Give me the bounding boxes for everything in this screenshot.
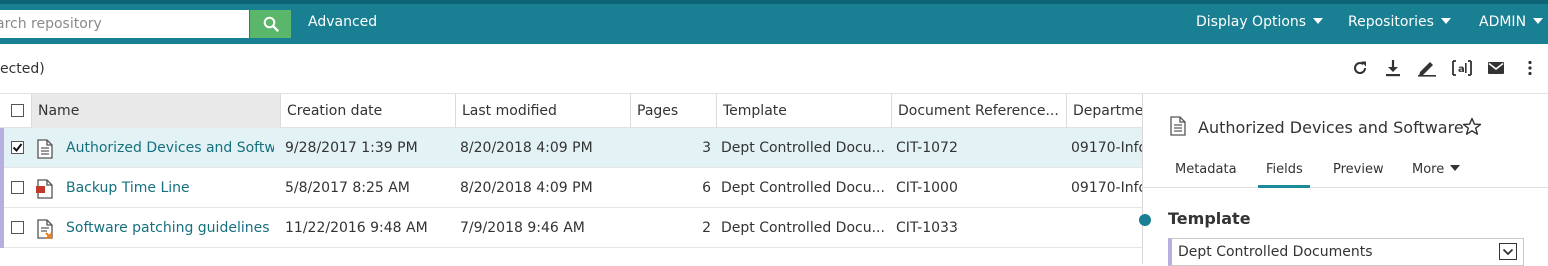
- grid-header: Name Creation date Last modified Pages T…: [0, 94, 1142, 128]
- download-icon: [1386, 60, 1400, 77]
- tab-more[interactable]: More: [1412, 162, 1461, 177]
- tab-metadata[interactable]: Metadata: [1175, 162, 1237, 177]
- row-checkbox[interactable]: [11, 181, 24, 194]
- column-header-last-modified[interactable]: Last modified: [455, 94, 630, 128]
- chevron-down-icon: [1440, 18, 1451, 24]
- document-icon: [1170, 116, 1186, 136]
- repositories-label: Repositories: [1348, 14, 1434, 30]
- document-name-link[interactable]: Backup Time Line: [66, 168, 274, 208]
- row-checkbox[interactable]: [11, 141, 24, 154]
- row-marker: [0, 208, 4, 248]
- row-marker: [0, 128, 4, 168]
- cell-pages: 6: [702, 180, 711, 196]
- document-grid: Name Creation date Last modified Pages T…: [0, 94, 1142, 264]
- document-name-link[interactable]: Software patching guidelines: [66, 208, 274, 248]
- cell-created: 5/8/2017 8:25 AM: [285, 180, 410, 196]
- active-tab-indicator: [1258, 185, 1310, 188]
- refresh-button[interactable]: [1350, 58, 1370, 78]
- cell-pages: 3: [702, 140, 711, 156]
- email-icon: [1488, 62, 1504, 74]
- section-marker: [1139, 214, 1151, 226]
- column-header-template[interactable]: Template: [716, 94, 891, 128]
- row-marker: [0, 168, 4, 208]
- chevron-down-icon: [1502, 248, 1514, 255]
- column-header-department[interactable]: Departme: [1066, 94, 1142, 128]
- cell-modified: 8/20/2018 4:09 PM: [460, 140, 593, 156]
- display-options-menu[interactable]: Display Options: [1196, 14, 1324, 30]
- document-name-link[interactable]: Authorized Devices and Softw...: [66, 128, 274, 168]
- cell-template: Dept Controlled Docu...: [721, 220, 885, 236]
- tab-preview[interactable]: Preview: [1333, 162, 1384, 177]
- kebab-menu-icon: [1528, 60, 1532, 76]
- sign-button[interactable]: [1417, 58, 1437, 78]
- cell-docref: CIT-1072: [896, 140, 958, 156]
- chevron-down-icon: [1313, 18, 1324, 24]
- cell-docref: CIT-1000: [896, 180, 958, 196]
- document-icon: [37, 139, 53, 159]
- cell-template: Dept Controlled Docu...: [721, 180, 885, 196]
- cell-modified: 8/20/2018 4:09 PM: [460, 180, 593, 196]
- cell-docref: CIT-1033: [896, 220, 958, 236]
- top-bar: Advanced Display Options Repositories AD…: [0, 0, 1548, 44]
- select-all-checkbox[interactable]: [11, 104, 24, 117]
- column-header-pages[interactable]: Pages: [630, 94, 716, 128]
- template-select[interactable]: Dept Controlled Documents: [1168, 238, 1524, 266]
- panel-tabs: Metadata Fields Preview More: [1143, 154, 1548, 188]
- tab-more-label: More: [1412, 162, 1445, 177]
- svg-text:a: a: [1458, 64, 1465, 75]
- table-row[interactable]: Authorized Devices and Softw... 9/28/201…: [0, 128, 1142, 168]
- admin-label: ADMIN: [1479, 14, 1527, 30]
- cell-created: 9/28/2017 1:39 PM: [285, 140, 418, 156]
- cell-department: 09170-Info: [1071, 180, 1142, 196]
- cell-modified: 7/9/2018 9:46 AM: [460, 220, 585, 236]
- repositories-menu[interactable]: Repositories: [1348, 14, 1451, 30]
- chevron-down-icon: [1450, 165, 1461, 171]
- download-button[interactable]: [1383, 58, 1403, 78]
- cell-department: [1071, 208, 1142, 248]
- search-button[interactable]: [250, 10, 291, 38]
- email-button[interactable]: [1486, 58, 1506, 78]
- checked-out-document-icon: [37, 219, 53, 239]
- details-panel: Authorized Devices and Software Metadata…: [1139, 94, 1548, 266]
- cell-department: 09170-Info: [1071, 140, 1142, 156]
- template-section-title: Template: [1168, 209, 1251, 228]
- display-options-label: Display Options: [1196, 14, 1307, 30]
- template-select-value: Dept Controlled Documents: [1178, 244, 1373, 260]
- row-checkbox[interactable]: [11, 221, 24, 234]
- more-actions-button[interactable]: [1520, 58, 1540, 78]
- table-row[interactable]: Software patching guidelines 11/22/2016 …: [0, 208, 1142, 248]
- checkmark-icon: [12, 143, 23, 153]
- search-icon: [263, 16, 279, 32]
- pdf-document-icon: [36, 179, 53, 199]
- tab-fields[interactable]: Fields: [1266, 162, 1303, 177]
- panel-title: Authorized Devices and Software: [1198, 118, 1464, 137]
- cell-created: 11/22/2016 9:48 AM: [285, 220, 428, 236]
- signature-icon: [1418, 62, 1436, 77]
- column-header-creation-date[interactable]: Creation date: [280, 94, 455, 128]
- search-input[interactable]: [0, 10, 249, 38]
- column-header-document-reference[interactable]: Document Reference...: [891, 94, 1066, 128]
- cell-template: Dept Controlled Docu...: [721, 140, 885, 156]
- ocr-button[interactable]: a: [1452, 58, 1472, 78]
- chevron-down-icon: [1533, 18, 1544, 24]
- table-row[interactable]: Backup Time Line 5/8/2017 8:25 AM 8/20/2…: [0, 168, 1142, 208]
- advanced-search-link[interactable]: Advanced: [308, 14, 377, 30]
- refresh-icon: [1354, 61, 1367, 74]
- admin-menu[interactable]: ADMIN: [1479, 14, 1544, 30]
- cell-pages: 2: [702, 220, 711, 236]
- toolbar: ected) a: [0, 44, 1548, 94]
- star-icon[interactable]: [1462, 117, 1482, 136]
- text-recognition-icon: a: [1452, 60, 1472, 76]
- column-header-name[interactable]: Name: [31, 94, 280, 128]
- selection-status: ected): [0, 61, 45, 77]
- select-arrow[interactable]: [1499, 243, 1517, 260]
